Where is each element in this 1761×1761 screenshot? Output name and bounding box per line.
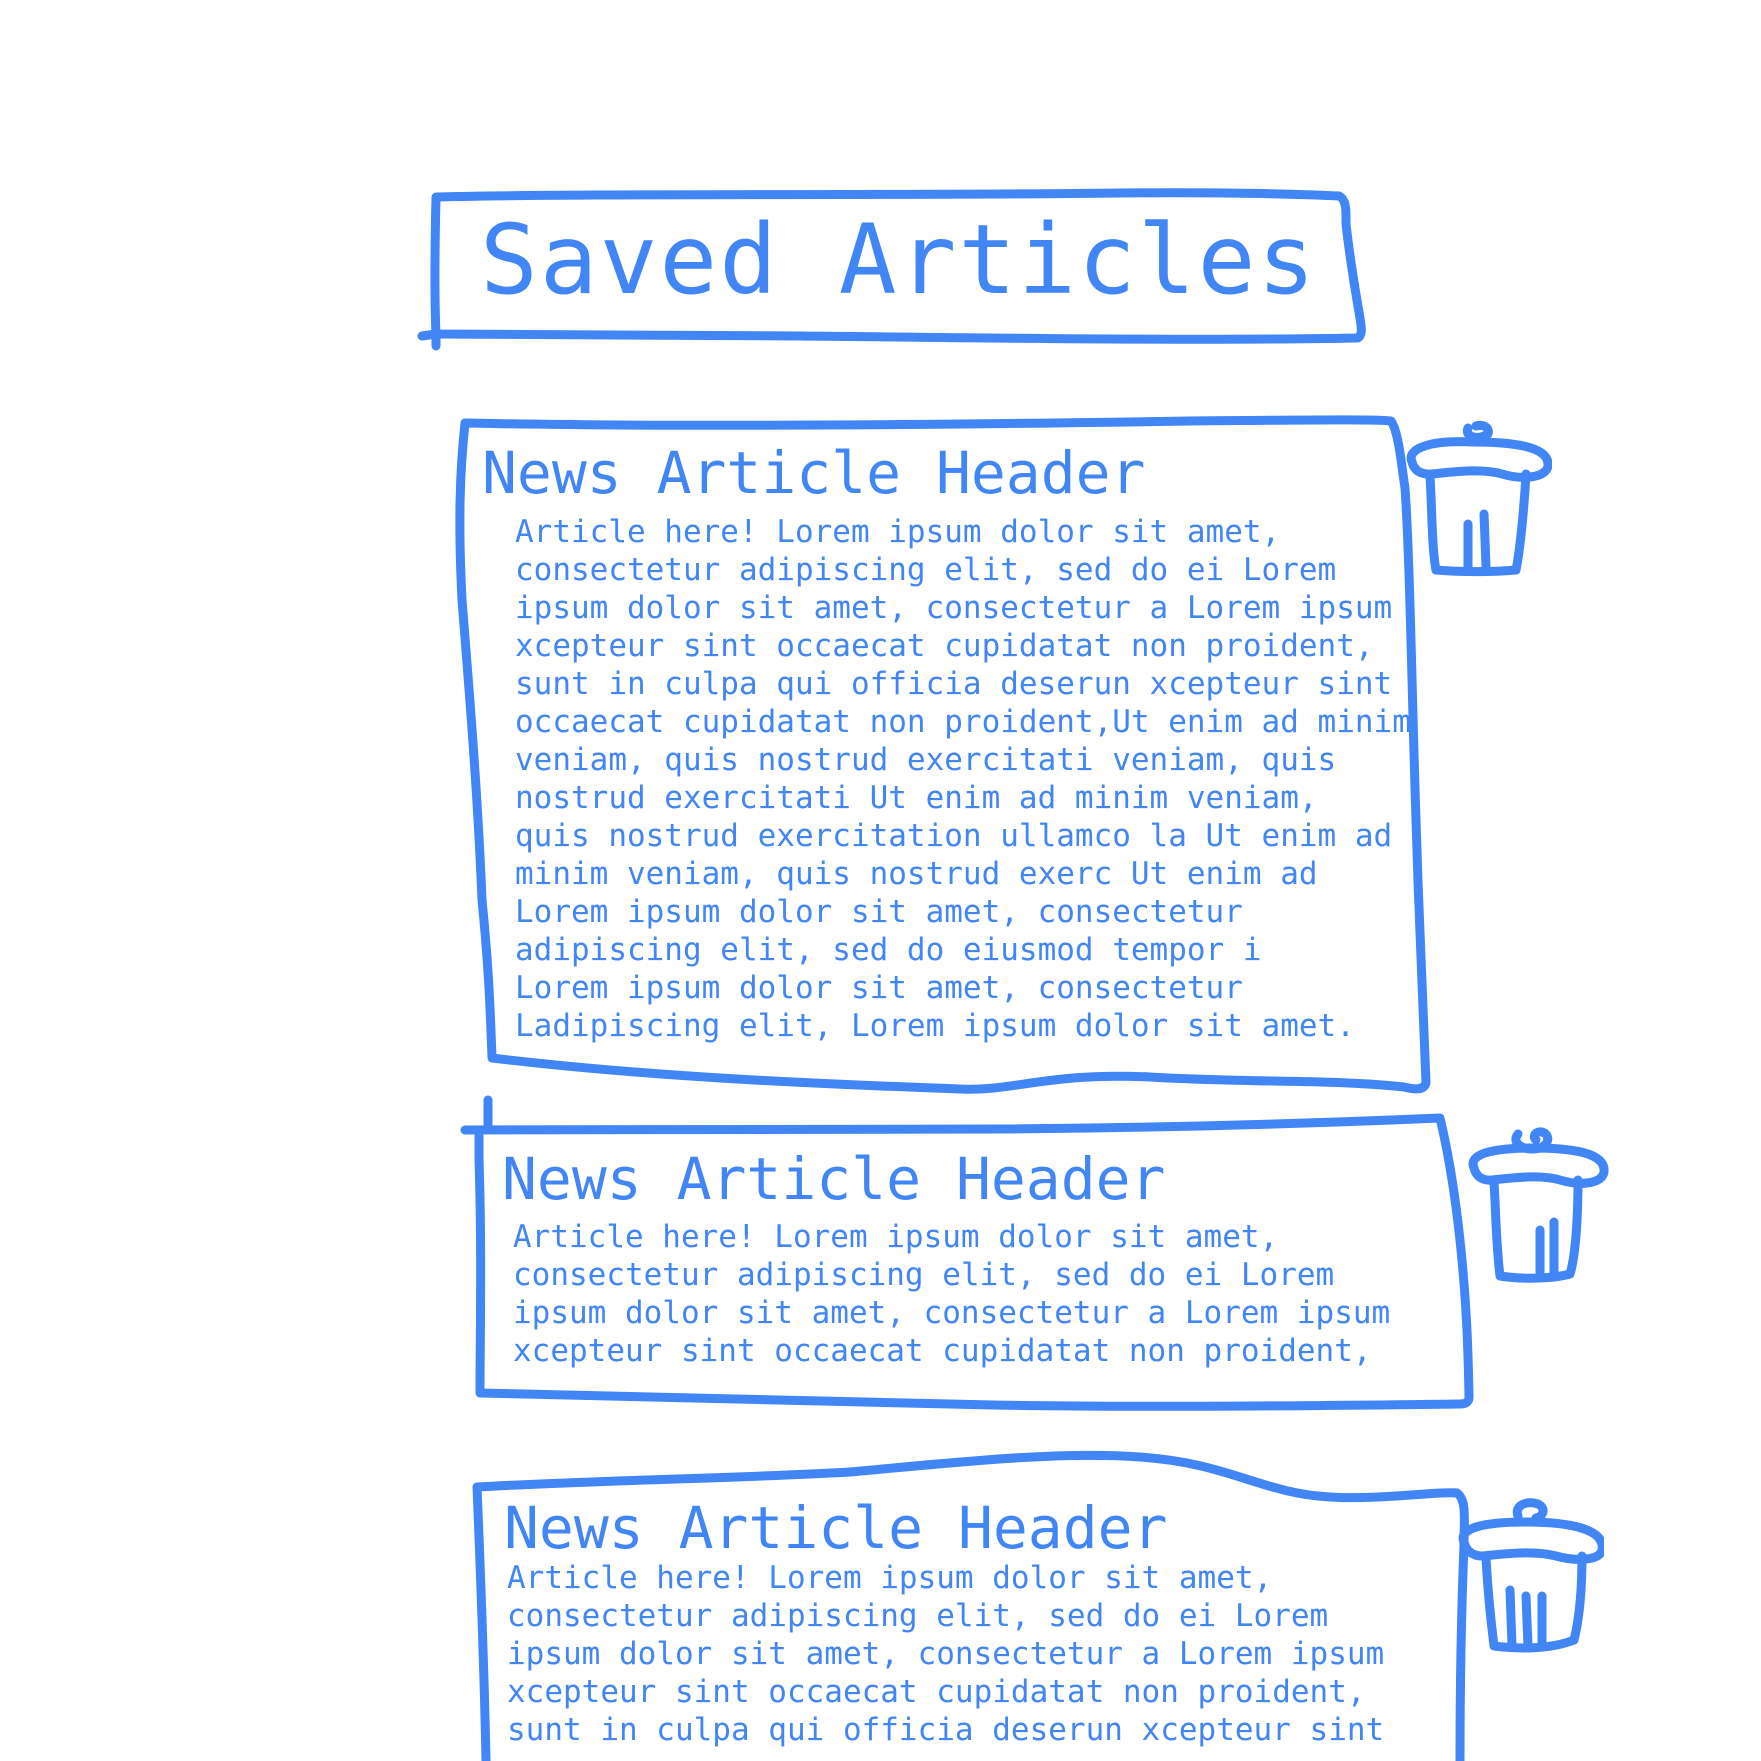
saved-articles-screen: Saved Articles News Article Header Artic… bbox=[0, 0, 1761, 1761]
trash-icon bbox=[1406, 421, 1553, 576]
page-title: Saved Articles bbox=[480, 204, 1318, 316]
article-body: Article here! Lorem ipsum dolor sit amet… bbox=[513, 1219, 1391, 1369]
article-header: News Article Header bbox=[482, 439, 1146, 507]
delete-article-1-button[interactable] bbox=[1402, 420, 1553, 590]
title-frame-tail bbox=[417, 329, 441, 351]
delete-article-3-button[interactable] bbox=[1454, 1496, 1607, 1666]
article-header: News Article Header bbox=[502, 1145, 1166, 1213]
trash-icon bbox=[1458, 1498, 1607, 1653]
article-body: Article here! Lorem ipsum dolor sit amet… bbox=[507, 1560, 1385, 1748]
article-body: Article here! Lorem ipsum dolor sit amet… bbox=[515, 514, 1411, 1044]
trash-icon bbox=[1468, 1127, 1609, 1283]
delete-article-2-button[interactable] bbox=[1466, 1124, 1616, 1294]
article-header: News Article Header bbox=[504, 1494, 1168, 1562]
